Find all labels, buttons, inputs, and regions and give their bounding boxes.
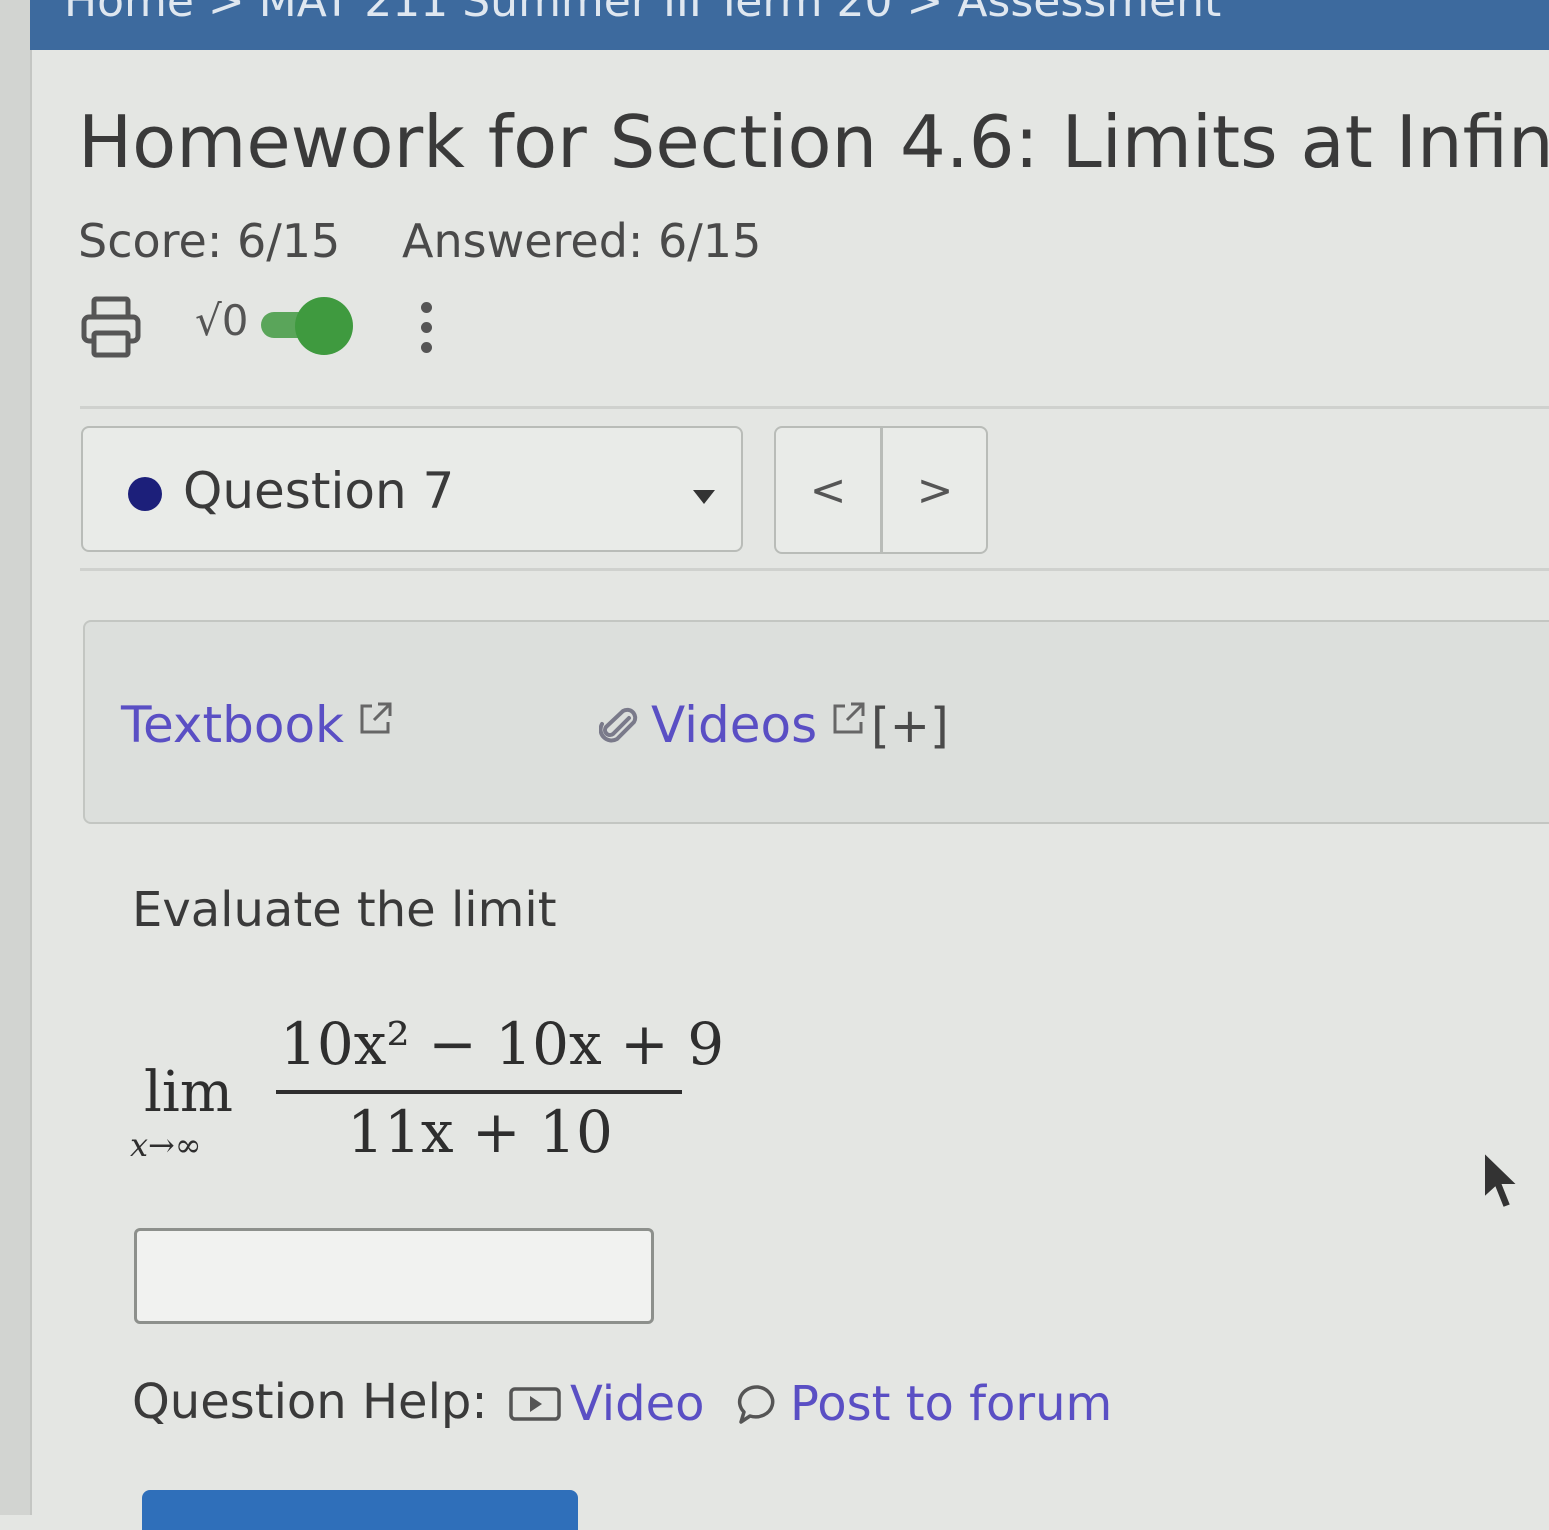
paperclip-icon: [599, 707, 638, 743]
kebab-dot: [421, 302, 432, 313]
score-text: Score: 6/15: [78, 214, 341, 268]
question-nav-group: < >: [774, 426, 988, 554]
help-video-link[interactable]: Video: [508, 1376, 704, 1432]
textbook-link[interactable]: Textbook: [121, 696, 394, 754]
question-help-label: Question Help:: [132, 1374, 488, 1430]
external-link-icon: [360, 702, 392, 734]
mouse-cursor-icon: [1483, 1149, 1521, 1210]
sqrt-icon: √0: [195, 296, 249, 345]
page-title: Homework for Section 4.6: Limits at Infi…: [78, 100, 1549, 184]
videos-link[interactable]: Videos: [651, 696, 867, 754]
videos-expand-toggle[interactable]: [+]: [871, 698, 949, 754]
post-to-forum-link[interactable]: Post to forum: [736, 1376, 1112, 1432]
question-prompt: Evaluate the limit: [132, 882, 557, 938]
post-to-forum-label: Post to forum: [790, 1376, 1113, 1432]
kebab-menu-icon[interactable]: [412, 296, 442, 360]
external-link-icon: [833, 702, 865, 734]
question-dropdown[interactable]: Question 7: [81, 426, 743, 552]
breadcrumb[interactable]: Home > MAT 211 Summer III Term 20 > Asse…: [64, 0, 1221, 27]
video-play-icon: [509, 1387, 561, 1421]
previous-question-button[interactable]: <: [776, 428, 880, 552]
printer-icon[interactable]: [80, 295, 142, 359]
window-left-edge: [0, 0, 32, 1515]
toggle-knob: [295, 297, 353, 355]
textbook-link-label: Textbook: [121, 696, 344, 754]
printer-icon-graphic: [81, 296, 141, 358]
top-navigation-bar: Home > MAT 211 Summer III Term 20 > Asse…: [30, 0, 1549, 50]
divider: [80, 568, 1549, 571]
answered-text: Answered: 6/15: [402, 214, 762, 268]
help-video-label: Video: [570, 1376, 705, 1432]
submit-question-button[interactable]: [142, 1490, 578, 1530]
speech-bubble-icon: [737, 1385, 775, 1424]
caret-down-icon: [693, 490, 715, 504]
answer-input[interactable]: [134, 1228, 654, 1324]
lim-operator: lim: [144, 1060, 233, 1125]
question-dropdown-label: Question 7: [183, 462, 455, 520]
fraction-numerator: 10x² − 10x + 9: [280, 1010, 725, 1078]
resources-panel: Textbook Videos [+]: [83, 620, 1549, 824]
kebab-dot: [421, 342, 432, 353]
question-status-dot: [128, 477, 162, 511]
videos-link-label: Videos: [651, 696, 818, 754]
fraction-denominator: 11x + 10: [347, 1098, 613, 1166]
divider: [80, 406, 1549, 409]
next-question-button[interactable]: >: [883, 428, 987, 552]
lim-subscript: x→∞: [130, 1126, 202, 1164]
kebab-dot: [421, 322, 432, 333]
fraction-bar: [276, 1090, 682, 1094]
